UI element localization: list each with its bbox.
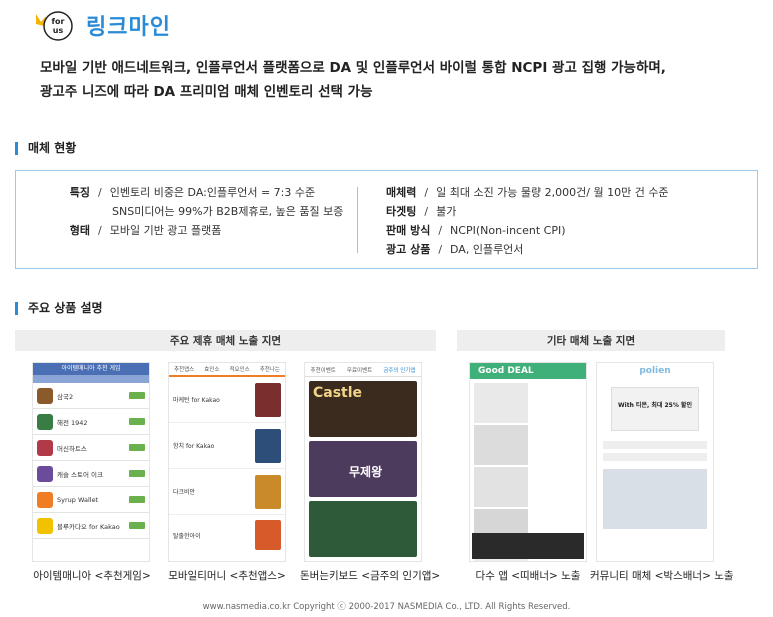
status-label: 매체력 <box>386 186 417 199</box>
status-label: 타겟팅 <box>386 205 417 218</box>
screenshot-itemmania: 아이템매니아 추천 게임 삼국2 해전 1942 머신하트스 캐슬 스토어 이크… <box>32 362 150 562</box>
shot-item: 다크비안 <box>173 489 196 496</box>
shot-banner: Castle <box>309 381 417 437</box>
status-sep: / <box>424 186 429 199</box>
status-row-feature-cont: SNS미디어는 99%가 B2B제휴로, 높은 품질 보증 <box>44 202 354 221</box>
caption-community: 커뮤니티 매체 <박스배너> 노출 <box>590 570 734 582</box>
shot-tab: 적요인스 <box>229 367 250 373</box>
status-row-type: 형태 / 모바일 기반 광고 플랫폼 <box>44 221 354 240</box>
status-value: 일 최대 소진 가능 물량 2,000건/ 월 10만 건 수준 <box>436 186 669 199</box>
intro-line-2: 광고주 니즈에 따라 DA 프리미엄 매체 인벤토리 선택 가능 <box>40 84 373 100</box>
status-sep: / <box>98 224 102 237</box>
shot-item: 탈출한아이 <box>173 532 201 540</box>
shot-tab: 무료이벤트 <box>346 367 373 374</box>
svg-text:us: us <box>53 26 64 35</box>
screenshot-gooddeal: Good DEAL <box>469 362 587 562</box>
caption-itemmania: 아이템매니아 <추천게임> <box>33 570 151 582</box>
caption-gooddeal: 다수 앱 <띠배너> 노출 <box>475 570 581 582</box>
list-item: 해전 1942 <box>33 409 149 435</box>
status-value: NCPI(Non-incent CPI) <box>450 224 566 237</box>
shot-header: polien <box>639 366 671 376</box>
screenshot-tmoney: 추천앱스 효인소 적요인스 추천나는 마케턴 for Kakao 항치 for … <box>168 362 286 562</box>
shot-header: 아이템매니아 추천 게임 <box>33 363 149 375</box>
status-row-power: 매체력 / 일 최대 소진 가능 물량 2,000건/ 월 10만 건 수준 <box>386 183 726 202</box>
caption-keyboard: 돈버는키보드 <금주의 인기앱> <box>300 570 441 582</box>
status-value: 인벤토리 비중은 DA:인플루언서 = 7:3 수준 <box>109 186 316 199</box>
status-divider <box>357 187 358 253</box>
status-sep: / <box>438 243 443 256</box>
products-heading: 주요 상품 설명 <box>15 302 103 315</box>
status-value: DA, 인플루언서 <box>450 243 524 256</box>
status-value: 불가 <box>436 205 457 218</box>
shot-tab: 추천앱스 <box>174 367 195 373</box>
status-sep: / <box>438 224 443 237</box>
status-row-product: 광고 상품 / DA, 인플루언서 <box>386 240 726 259</box>
status-right-column: 매체력 / 일 최대 소진 가능 물량 2,000건/ 월 10만 건 수준 타… <box>386 183 726 259</box>
intro-line-1: 모바일 기반 애드네트워크, 인플루언서 플랫폼으로 DA 및 인플루언서 바이… <box>40 60 666 76</box>
caption-tmoney: 모바일티머니 <추천앱스> <box>168 570 286 582</box>
group-other-header: 기타 매체 노출 지면 <box>457 330 725 351</box>
shot-tab: 금주의 인기앱 <box>383 367 416 374</box>
list-item: 머신하트스 <box>33 435 149 461</box>
status-row-feature: 특징 / 인벤토리 비중은 DA:인플루언서 = 7:3 수준 <box>44 183 354 202</box>
list-item: Syrup Wallet <box>33 487 149 513</box>
list-item: 블루카다오 for Kakao <box>33 513 149 539</box>
status-row-sales: 판매 방식 / NCPI(Non-incent CPI) <box>386 221 726 240</box>
status-sep: / <box>98 186 102 199</box>
shot-header: Good DEAL <box>470 363 586 379</box>
shot-item: 항치 for Kakao <box>173 443 215 450</box>
status-label: 형태 <box>69 224 90 237</box>
intro-text: 모바일 기반 애드네트워크, 인플루언서 플랫폼으로 DA 및 인플루언서 바이… <box>40 56 740 104</box>
status-left-column: 특징 / 인벤토리 비중은 DA:인플루언서 = 7:3 수준 SNS미디어는 … <box>44 183 354 240</box>
status-label: 판매 방식 <box>386 224 431 237</box>
status-label: 특징 <box>69 186 90 199</box>
shot-banner: With 티몬, 최대 25% 할인 <box>611 387 699 431</box>
shot-item: 마케턴 for Kakao <box>173 397 220 404</box>
list-item: 삼국2 <box>33 383 149 409</box>
list-item: 캐슬 스토어 이크 <box>33 461 149 487</box>
forus-logo: for us <box>36 11 73 41</box>
group-partner-header: 주요 제휴 매체 노출 지면 <box>15 330 436 351</box>
status-sep: / <box>424 205 429 218</box>
status-value: 모바일 기반 광고 플랫폼 <box>109 224 222 237</box>
status-label: 광고 상품 <box>386 243 431 256</box>
status-row-targeting: 타겟팅 / 불가 <box>386 202 726 221</box>
shot-tab: 효인소 <box>204 367 220 373</box>
status-value: SNS미디어는 99%가 B2B제휴로, 높은 품질 보증 <box>112 205 344 218</box>
shot-tab: 추천이벤트 <box>310 367 336 374</box>
screenshot-community: polien With 티몬, 최대 25% 할인 <box>596 362 714 562</box>
footer-copyright: www.nasmedia.co.kr Copyright ⓒ 2000-2017… <box>202 602 571 612</box>
screenshot-keyboard: 추천이벤트 무료이벤트 금주의 인기앱 Castle 무제왕 <box>304 362 422 562</box>
media-status-box: 특징 / 인벤토리 비중은 DA:인플루언서 = 7:3 수준 SNS미디어는 … <box>15 170 758 269</box>
svg-text:for: for <box>52 17 65 26</box>
shot-tab: 추천나는 <box>259 367 280 373</box>
shot-banner: 무제왕 <box>309 441 417 497</box>
page-title: 링크마인 <box>86 15 171 40</box>
media-status-heading: 매체 현황 <box>15 142 76 155</box>
